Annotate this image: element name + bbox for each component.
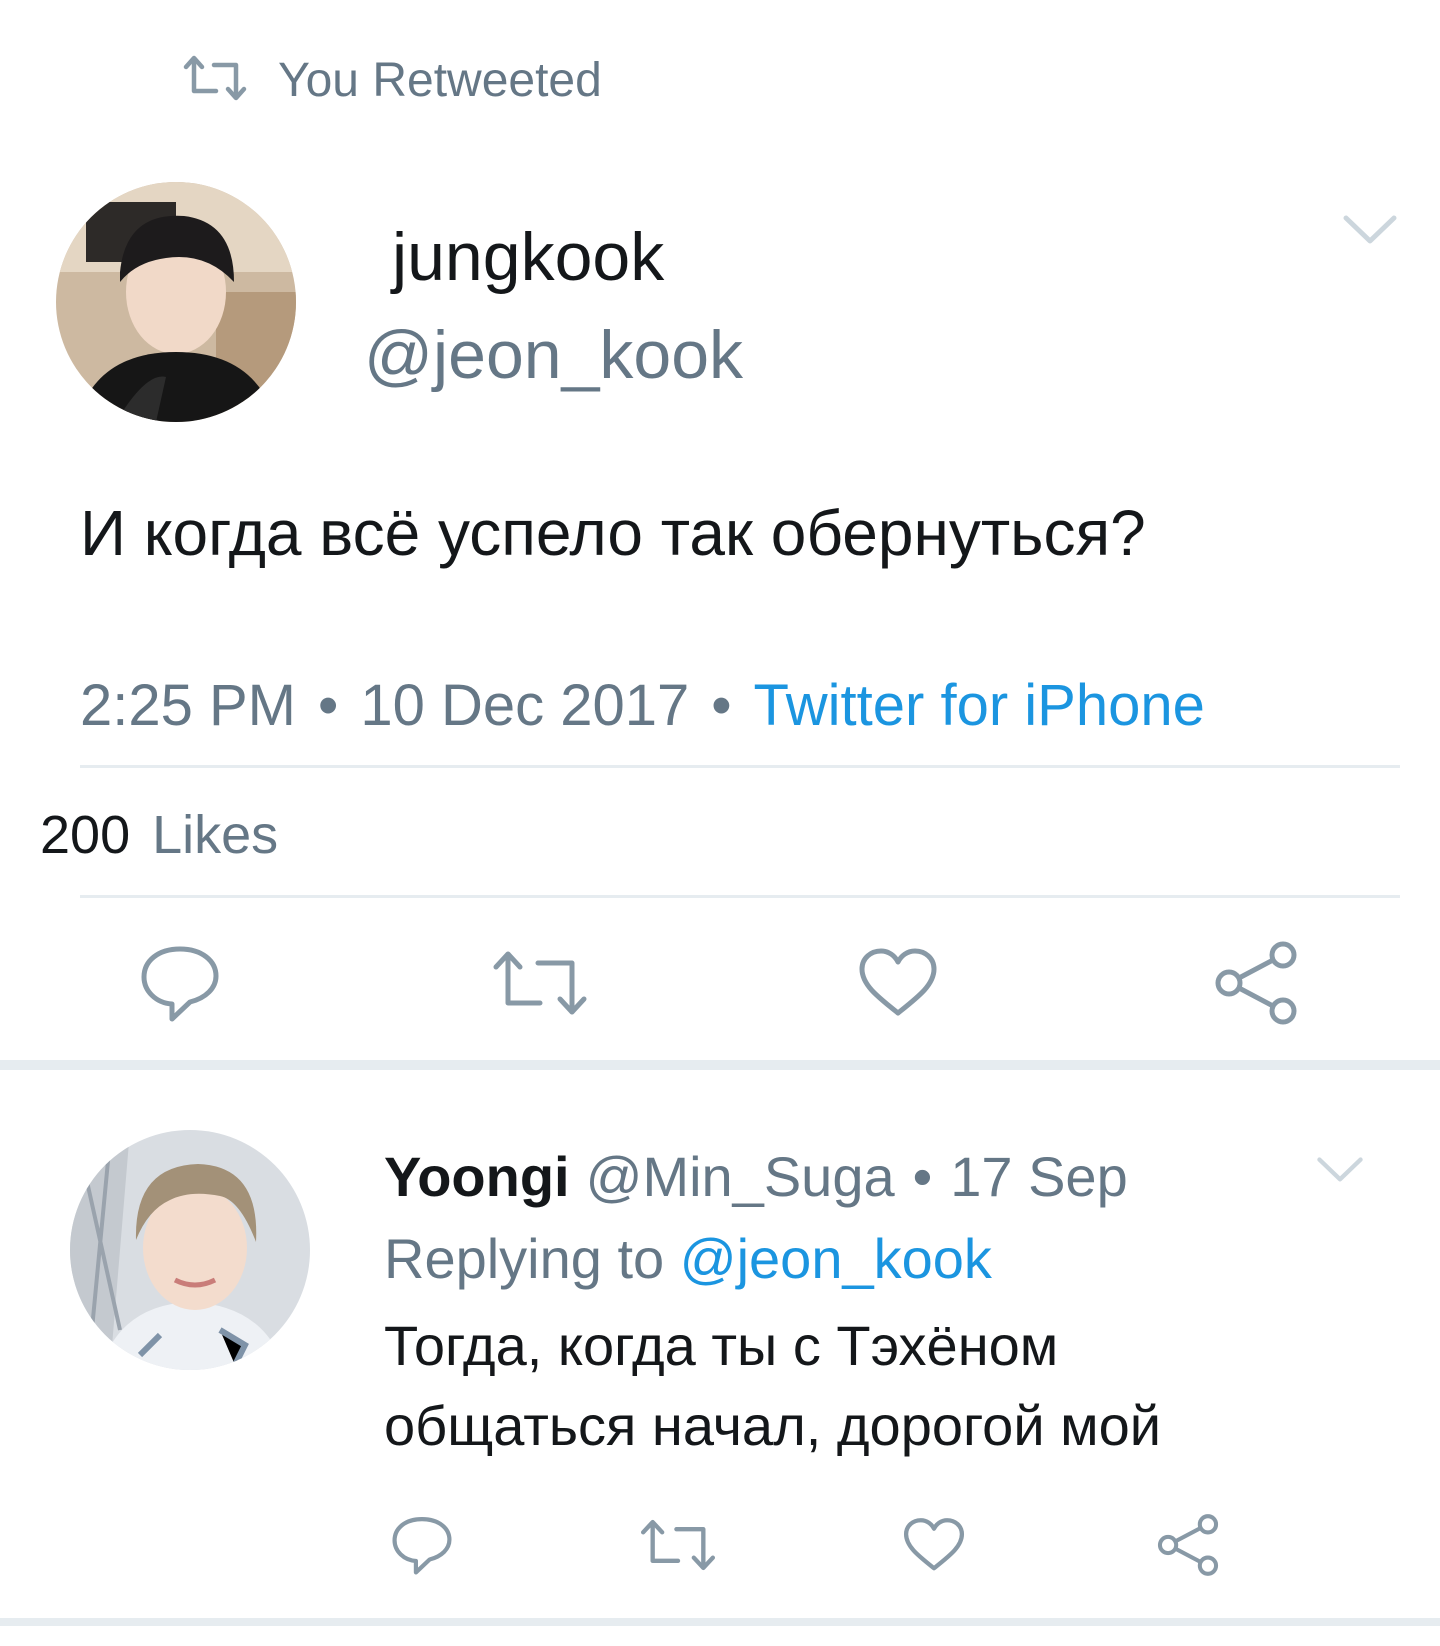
- avatar[interactable]: [56, 182, 296, 422]
- share-button[interactable]: [1146, 1505, 1230, 1589]
- tweet-date: 10 Dec 2017: [360, 673, 690, 738]
- reply-button[interactable]: [380, 1505, 464, 1589]
- tweet-text: И когда всё успело так обернуться?: [80, 497, 1146, 569]
- reply-avatar[interactable]: [70, 1130, 310, 1370]
- share-button[interactable]: [1206, 935, 1306, 1035]
- reply-button[interactable]: [130, 935, 230, 1035]
- reply-header: Yoongi @Min_Suga • 17 Sep: [384, 1144, 1128, 1209]
- retweet-icon: [182, 53, 248, 108]
- reply-icon: [390, 1513, 454, 1582]
- likes-stat[interactable]: 200 Likes: [40, 804, 278, 866]
- meta-separator: •: [318, 673, 339, 738]
- reply-text-line: Тогда, когда ты с Тэхёном: [384, 1314, 1059, 1377]
- reply-date[interactable]: 17 Sep: [950, 1144, 1128, 1209]
- reply-display-name[interactable]: Yoongi: [384, 1144, 570, 1209]
- retweet-icon: [492, 947, 588, 1024]
- share-icon: [1213, 941, 1299, 1030]
- reply-icon: [138, 941, 222, 1030]
- divider: [80, 765, 1400, 768]
- like-button[interactable]: [848, 935, 948, 1035]
- meta-separator: •: [711, 673, 732, 738]
- retweet-icon: [640, 1516, 716, 1579]
- reply-text: Тогда, когда ты с Тэхёном общаться начал…: [384, 1306, 1161, 1466]
- tweet-time: 2:25 PM: [80, 673, 296, 738]
- retweet-button[interactable]: [636, 1505, 720, 1589]
- retweet-label: You Retweeted: [278, 53, 602, 107]
- retweet-context: You Retweeted: [182, 50, 602, 110]
- chevron-down-icon[interactable]: [1316, 1154, 1372, 1188]
- tweet-meta: 2:25 PM • 10 Dec 2017 • Twitter for iPho…: [80, 672, 1205, 739]
- display-name[interactable]: jungkook: [392, 218, 664, 296]
- divider: [80, 895, 1400, 898]
- heart-icon: [858, 947, 938, 1024]
- section-divider: [0, 1060, 1440, 1070]
- replying-prefix: Replying to: [384, 1227, 665, 1290]
- section-divider: [0, 1618, 1440, 1626]
- replying-to: Replying to @jeon_kook: [384, 1226, 992, 1291]
- retweet-button[interactable]: [490, 935, 590, 1035]
- likes-label: Likes: [152, 805, 279, 865]
- heart-icon: [903, 1517, 965, 1578]
- replying-to-link[interactable]: @jeon_kook: [680, 1227, 992, 1290]
- chevron-down-icon[interactable]: [1342, 212, 1398, 246]
- share-icon: [1156, 1513, 1220, 1581]
- likes-count: 200: [40, 805, 131, 865]
- user-handle[interactable]: @jeon_kook: [364, 316, 743, 394]
- like-button[interactable]: [892, 1505, 976, 1589]
- reply-text-line: общаться начал, дорогой мой: [384, 1394, 1162, 1457]
- reply-user-handle[interactable]: @Min_Suga: [586, 1144, 895, 1209]
- tweet-source-link[interactable]: Twitter for iPhone: [754, 672, 1205, 739]
- meta-separator: •: [912, 1145, 933, 1208]
